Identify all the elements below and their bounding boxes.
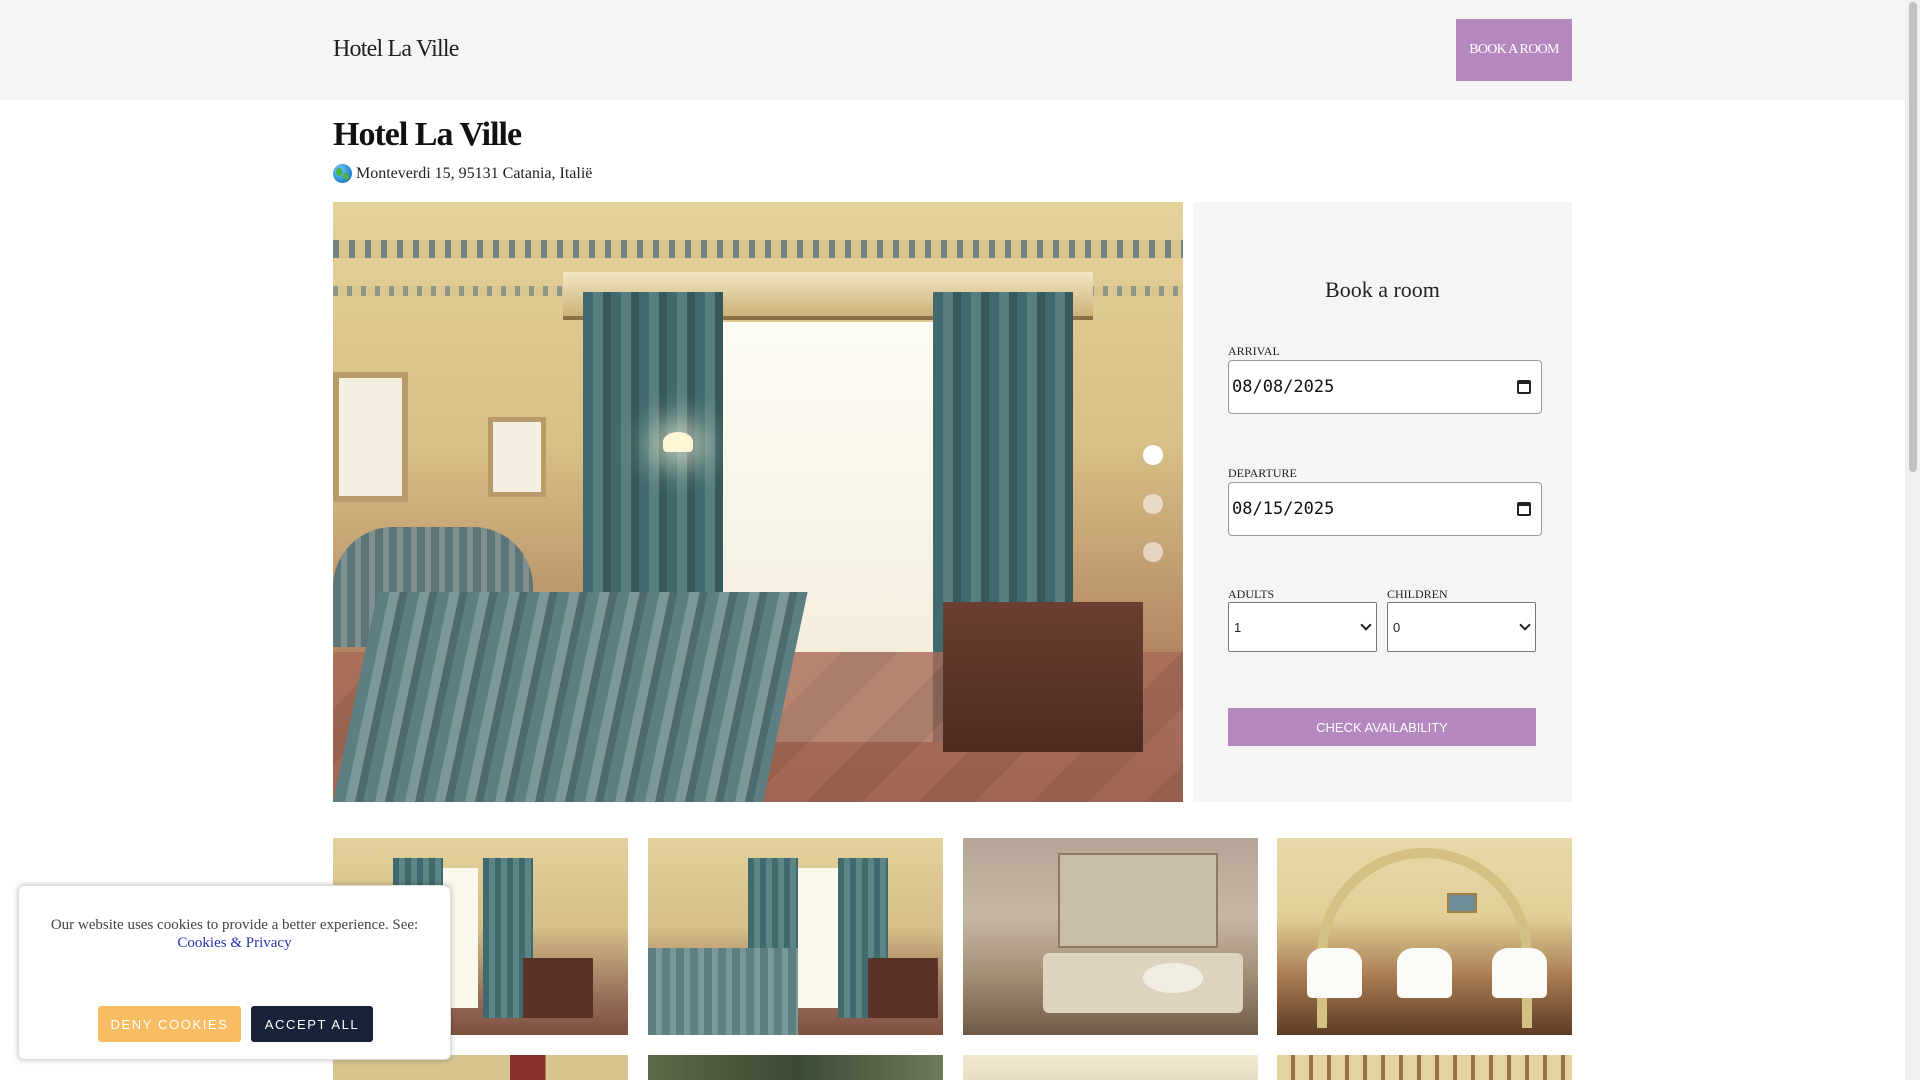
departure-label: DEPARTURE	[1228, 466, 1297, 480]
dining-table	[1492, 948, 1547, 998]
deny-cookies-button[interactable]: DENY COOKIES	[98, 1006, 241, 1042]
wall-picture	[488, 417, 546, 497]
accept-all-button[interactable]: ACCEPT ALL	[251, 1006, 373, 1042]
cookies-privacy-link[interactable]: Cookies & Privacy	[177, 935, 291, 951]
cookie-message: Our website uses cookies to provide a be…	[39, 916, 430, 952]
arrival-date-input[interactable]: 08/08/2025	[1228, 360, 1542, 414]
page-title: Hotel La Ville	[333, 116, 522, 153]
children-value: 0	[1393, 619, 1401, 635]
gallery-thumbnail-room[interactable]	[648, 838, 943, 1035]
adults-select[interactable]: 1	[1228, 602, 1377, 652]
gallery-thumbnail-bathroom[interactable]	[963, 838, 1258, 1035]
writing-desk	[868, 958, 938, 1018]
arrival-date-value: 08/08/2025	[1232, 377, 1335, 397]
chevron-down-icon	[1360, 619, 1372, 631]
carousel-dot-2[interactable]	[1143, 494, 1163, 514]
washbasin	[1143, 963, 1203, 993]
hero-photo-carousel[interactable]	[333, 202, 1183, 802]
site-header: Hotel La Ville BOOK A ROOM	[0, 0, 1905, 100]
brand-logo[interactable]: Hotel La Ville	[333, 36, 459, 63]
bathroom-mirror	[1058, 853, 1218, 948]
carousel-dot-1[interactable]	[1143, 445, 1163, 465]
scrollbar-thumb[interactable]	[1909, 2, 1917, 472]
wall-picture	[333, 372, 408, 502]
gallery-thumbnail[interactable]	[648, 1055, 943, 1080]
bed	[333, 592, 808, 802]
book-a-room-button[interactable]: BOOK A ROOM	[1456, 19, 1572, 81]
vanity-counter	[1043, 953, 1243, 1013]
departure-date-value: 08/15/2025	[1232, 499, 1335, 519]
check-availability-button[interactable]: CHECK AVAILABILITY	[1228, 708, 1536, 746]
cookie-text: Our website uses cookies to provide a be…	[50, 917, 419, 933]
arrival-label: ARRIVAL	[1228, 344, 1280, 358]
vaulted-arch	[1317, 848, 1532, 1028]
hotel-address: Monteverdi 15, 95131 Catania, Italië	[333, 164, 592, 183]
chevron-down-icon	[1519, 619, 1531, 631]
globe-icon	[333, 164, 352, 183]
calendar-icon[interactable]	[1517, 502, 1531, 516]
booking-panel: Book a room ARRIVAL 08/08/2025 DEPARTURE…	[1193, 202, 1572, 802]
bed	[648, 948, 798, 1035]
departure-date-input[interactable]: 08/15/2025	[1228, 482, 1542, 536]
wall-lamp	[663, 432, 693, 452]
carousel-dot-3[interactable]	[1143, 542, 1163, 562]
adults-label: ADULTS	[1228, 587, 1275, 601]
cookie-banner: Our website uses cookies to provide a be…	[18, 885, 451, 1060]
children-select[interactable]: 0	[1387, 602, 1536, 652]
children-label: CHILDREN	[1387, 587, 1448, 601]
gallery-thumbnail-breakfast-room[interactable]	[1277, 838, 1572, 1035]
dining-table	[1397, 948, 1452, 998]
calendar-icon[interactable]	[1517, 380, 1531, 394]
booking-heading: Book a room	[1325, 277, 1440, 302]
wall-frieze	[333, 240, 1183, 258]
page-scrollbar[interactable]	[1905, 0, 1920, 1080]
adults-value: 1	[1234, 619, 1242, 635]
gallery-thumbnail[interactable]	[963, 1055, 1258, 1080]
wall-painting	[1447, 893, 1477, 913]
writing-desk	[523, 958, 593, 1018]
writing-desk	[943, 602, 1143, 752]
address-text: Monteverdi 15, 95131 Catania, Italië	[356, 164, 593, 182]
gallery-thumbnail[interactable]	[1277, 1055, 1572, 1080]
dining-table	[1307, 948, 1362, 998]
